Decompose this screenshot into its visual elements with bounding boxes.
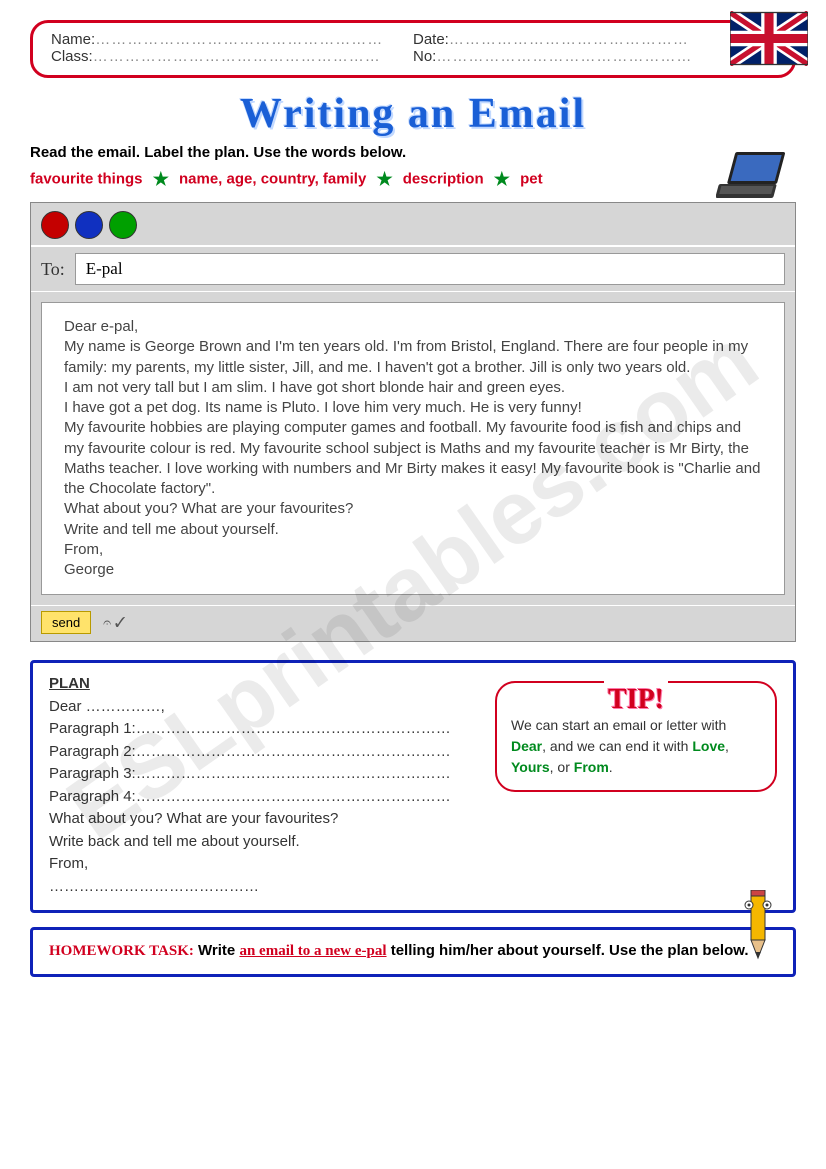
- tip-period: .: [609, 759, 613, 775]
- page-title: Writing an Email: [30, 90, 796, 138]
- tip-dear: Dear: [511, 738, 542, 754]
- laptop-icon: [716, 150, 796, 205]
- to-field[interactable]: E-pal: [75, 253, 785, 285]
- email-body: Dear e-pal, My name is George Brown and …: [41, 302, 785, 595]
- homework-underlined: an email to a new e-pal: [239, 943, 386, 959]
- send-button[interactable]: send: [41, 611, 91, 634]
- window-bar: [31, 203, 795, 246]
- name-label: Name:: [51, 31, 95, 48]
- tip-yours: Yours: [511, 759, 550, 775]
- word-3: description: [403, 170, 484, 187]
- minimize-dot-icon: [75, 211, 103, 239]
- tip-comma: ,: [725, 738, 729, 754]
- plan-box: PLAN Dear ……………, Paragraph 1:………………………………: [30, 660, 796, 913]
- email-question-2: Write and tell me about yourself.: [64, 520, 762, 540]
- star-icon: ★: [153, 169, 169, 189]
- tip-label: TIP!: [604, 679, 668, 721]
- pencil-icon: [731, 890, 781, 970]
- email-paragraph-2: I am not very tall but I am slim. I have…: [64, 378, 762, 398]
- email-greeting: Dear e-pal,: [64, 317, 762, 337]
- email-question-1: What about you? What are your favourites…: [64, 499, 762, 519]
- tip-love: Love: [692, 738, 725, 754]
- homework-post: telling him/her about yourself. Use the …: [387, 942, 749, 959]
- no-label: No:: [413, 48, 436, 65]
- email-paragraph-3: I have got a pet dog. Its name is Pluto.…: [64, 398, 762, 418]
- header-box: Name:……………………………………………… Date:………………………………: [30, 20, 796, 78]
- class-label: Class:: [51, 48, 93, 65]
- homework-pre: Write: [194, 942, 240, 959]
- plan-blank[interactable]: ……………………………………: [49, 876, 777, 899]
- uk-flag-icon: [730, 11, 808, 66]
- word-2: name, age, country, family: [179, 170, 366, 187]
- tip-box: TIP! We can start an email or letter wit…: [495, 681, 777, 792]
- star-icon: ★: [494, 169, 510, 189]
- word-1: favourite things: [30, 170, 143, 187]
- email-signoff: From,: [64, 540, 762, 560]
- class-field[interactable]: Class:………………………………………………: [51, 48, 413, 65]
- plan-write: Write back and tell me about yourself.: [49, 831, 777, 854]
- email-paragraph-1: My name is George Brown and I'm ten year…: [64, 337, 762, 378]
- name-field[interactable]: Name:………………………………………………: [51, 31, 413, 48]
- zoom-dot-icon: [109, 211, 137, 239]
- no-field[interactable]: No:…………………………………………: [413, 48, 775, 65]
- plan-question: What about you? What are your favourites…: [49, 808, 777, 831]
- tip-text: , and we can end it with: [542, 738, 692, 754]
- homework-label: HOMEWORK TASK:: [49, 943, 194, 959]
- to-label: To:: [41, 259, 65, 280]
- word-4: pet: [520, 170, 543, 187]
- email-sender: George: [64, 560, 762, 580]
- homework-box: HOMEWORK TASK: Write an email to a new e…: [30, 927, 796, 977]
- email-paragraph-4: My favourite hobbies are playing compute…: [64, 418, 762, 499]
- plan-from: From,: [49, 853, 777, 876]
- send-row: send 𝄐 ✓: [31, 605, 795, 641]
- instruction-text: Read the email. Label the plan. Use the …: [30, 144, 796, 161]
- email-client: To: E-pal Dear e-pal, My name is George …: [30, 202, 796, 642]
- date-label: Date:: [413, 31, 449, 48]
- close-dot-icon: [41, 211, 69, 239]
- tip-from: From: [574, 759, 609, 775]
- to-row: To: E-pal: [31, 246, 795, 292]
- word-bank: favourite things ★ name, age, country, f…: [30, 169, 796, 190]
- star-icon: ★: [376, 169, 392, 189]
- date-field[interactable]: Date:………………………………………: [413, 31, 775, 48]
- attachment-icon: 𝄐 ✓: [103, 614, 125, 631]
- tip-or: , or: [550, 759, 574, 775]
